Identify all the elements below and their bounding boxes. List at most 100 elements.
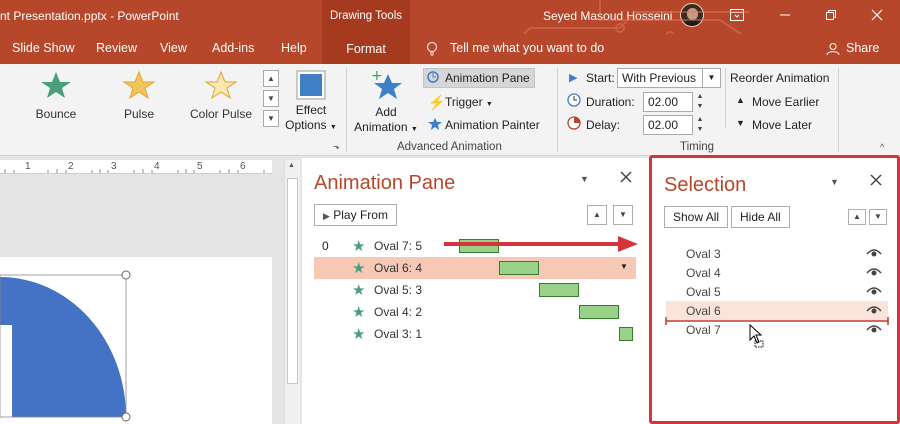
timeline-bar[interactable]: [579, 305, 619, 319]
scroll-up-icon[interactable]: ▲: [288, 162, 295, 169]
mouse-cursor-icon: [749, 324, 764, 348]
pulse-star-icon: [122, 70, 156, 100]
timeline-bar[interactable]: [539, 283, 579, 297]
effect-label: Pulse: [123, 107, 155, 121]
tab-add-ins[interactable]: Add-ins: [212, 41, 254, 55]
effect-options-label-1: Effect: [295, 103, 327, 117]
add-animation-button[interactable]: + Add Animation ▼: [352, 68, 420, 137]
animation-row[interactable]: ★ Oval 4: 2: [314, 301, 636, 323]
shape-name: Oval 4: [686, 266, 721, 280]
add-animation-icon: +: [371, 68, 402, 99]
pane-options-icon[interactable]: ▼: [580, 174, 589, 184]
add-animation-label-2: Animation ▼: [354, 120, 418, 134]
animation-name: Oval 6: 4: [374, 261, 423, 275]
gallery-down-icon[interactable]: ▼: [263, 90, 279, 107]
close-icon[interactable]: [620, 171, 632, 186]
move-down-icon[interactable]: ▼: [613, 205, 633, 225]
tab-format[interactable]: Format: [322, 34, 410, 64]
timeline-bar[interactable]: [619, 327, 633, 341]
bring-forward-icon[interactable]: ▲: [848, 209, 866, 225]
trigger-icon: ⚡: [428, 94, 446, 110]
ruler-tick-label: 2: [68, 161, 74, 172]
move-up-icon[interactable]: ▲: [587, 205, 607, 225]
send-backward-icon[interactable]: ▼: [869, 209, 887, 225]
minimize-icon[interactable]: [762, 0, 808, 34]
slide-canvas[interactable]: [0, 257, 272, 424]
advanced-animation-group-label: Advanced Animation: [397, 141, 502, 153]
animation-pane-icon: [426, 70, 442, 87]
chevron-down-icon[interactable]: ▼: [620, 262, 628, 271]
gallery-up-icon[interactable]: ▲: [263, 70, 279, 87]
animation-painter-button[interactable]: Animation Painter: [445, 118, 540, 132]
tab-help[interactable]: Help: [281, 41, 307, 55]
star-icon: ★: [352, 282, 366, 299]
move-later-icon: ▼: [736, 118, 745, 128]
shape-name: Oval 3: [686, 247, 721, 261]
duration-field[interactable]: 02.00: [643, 92, 693, 112]
effect-options-button[interactable]: Effect Options ▼: [285, 70, 337, 135]
gallery-scroll: ▲ ▼ ▼: [263, 70, 279, 132]
eye-icon[interactable]: [866, 303, 882, 315]
animation-pane-label[interactable]: Animation Pane: [445, 71, 530, 85]
oval-shape[interactable]: [0, 257, 272, 424]
tab-slide-show[interactable]: Slide Show: [12, 41, 75, 55]
share-button[interactable]: Share: [846, 41, 879, 55]
trigger-button[interactable]: Trigger ▼: [445, 95, 493, 109]
animation-name: Oval 7: 5: [374, 239, 423, 253]
duration-label: Duration:: [586, 95, 635, 109]
close-icon[interactable]: [854, 0, 900, 34]
effect-label: Bounce: [35, 107, 77, 121]
show-all-button[interactable]: Show All: [664, 206, 729, 228]
eye-icon[interactable]: [866, 284, 882, 296]
divider: [557, 68, 558, 152]
timeline-bar[interactable]: [499, 261, 539, 275]
start-value: With Previous: [622, 71, 697, 85]
animation-row[interactable]: ★ Oval 5: 3: [314, 279, 636, 301]
eye-icon[interactable]: [866, 246, 882, 258]
selection-item[interactable]: Oval 4: [666, 263, 888, 282]
play-from-button[interactable]: ▶ Play From: [314, 204, 397, 226]
play-icon: ▶: [569, 72, 578, 84]
tell-me-search[interactable]: Tell me what you want to do: [450, 41, 604, 55]
ruler-tick-label: 5: [197, 161, 203, 172]
effect-pulse[interactable]: Pulse: [103, 70, 175, 121]
window-title: nt Presentation.pptx - PowerPoint: [0, 9, 179, 23]
move-later-button[interactable]: Move Later: [752, 118, 812, 132]
horizontal-ruler: 1 2 3 4 5 6: [0, 160, 272, 174]
bounce-star-icon: [41, 72, 71, 98]
tab-view[interactable]: View: [160, 41, 187, 55]
ruler-tick-label: 4: [154, 161, 160, 172]
delay-field[interactable]: 02.00: [643, 115, 693, 135]
effect-bounce[interactable]: Bounce: [20, 70, 92, 121]
tab-review[interactable]: Review: [96, 41, 137, 55]
move-earlier-button[interactable]: Move Earlier: [752, 95, 819, 109]
delay-icon: [567, 116, 581, 133]
collapse-ribbon-icon[interactable]: ^: [880, 142, 884, 152]
start-select[interactable]: With Previous ▼: [617, 68, 721, 88]
dialog-launcher-icon[interactable]: ⬎: [333, 142, 340, 151]
effect-color-pulse[interactable]: Color Pulse: [185, 70, 257, 121]
selection-item[interactable]: Oval 5: [666, 282, 888, 301]
vertical-scrollbar[interactable]: ▲: [284, 160, 300, 424]
star-icon: ★: [352, 326, 366, 343]
scroll-thumb[interactable]: [287, 178, 298, 384]
hide-all-button[interactable]: Hide All: [731, 206, 790, 228]
eye-icon[interactable]: [866, 265, 882, 277]
selection-item[interactable]: Oval 3: [666, 244, 888, 263]
play-icon: ▶: [323, 211, 330, 221]
reorder-animation-label: Reorder Animation: [730, 71, 830, 85]
duration-spinner[interactable]: ▲ ▼: [695, 92, 705, 112]
move-earlier-icon: ▲: [736, 95, 745, 105]
pane-options-icon[interactable]: ▼: [830, 177, 839, 187]
animation-row[interactable]: ★ Oval 3: 1: [314, 323, 636, 345]
gallery-more-icon[interactable]: ▼: [263, 110, 279, 127]
annotation-arrow-icon: [444, 236, 638, 252]
animation-row-selected[interactable]: ★ Oval 6: 4 ▼: [314, 257, 636, 279]
delay-spinner[interactable]: ▲ ▼: [695, 115, 705, 135]
drawing-tools-context: Drawing Tools: [322, 0, 410, 34]
restore-icon[interactable]: [808, 0, 854, 34]
star-icon: ★: [352, 260, 366, 277]
close-icon[interactable]: [870, 174, 882, 189]
chevron-down-icon[interactable]: ▼: [702, 69, 720, 87]
effect-options-label-2: Options ▼: [285, 118, 337, 132]
